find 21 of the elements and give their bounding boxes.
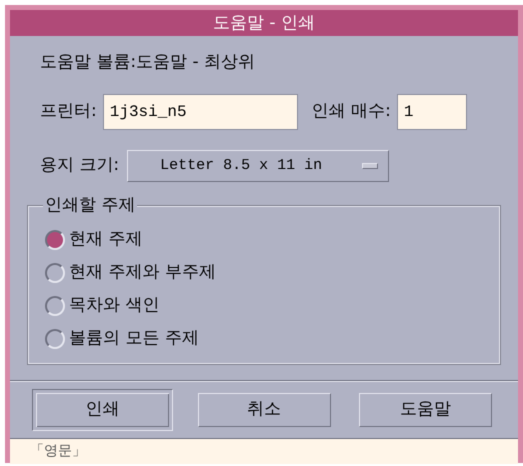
paper-size-label: 용지 크기: <box>40 154 120 178</box>
option-menu-icon <box>362 163 378 169</box>
radio-button[interactable] <box>45 262 65 282</box>
window-title: 도움말 - 인쇄 <box>10 10 518 36</box>
dialog-button[interactable]: 취소 <box>198 393 330 427</box>
radio-button[interactable] <box>45 230 65 250</box>
copies-field[interactable]: 1 <box>396 94 467 130</box>
radio-label: 볼륨의 모든 주제 <box>69 326 199 350</box>
radio-label: 현재 주제와 부주제 <box>69 260 216 284</box>
radio-label: 목차와 색인 <box>69 294 160 317</box>
printer-field[interactable]: 1j3si_n5 <box>102 94 298 130</box>
radio-button[interactable] <box>45 328 65 348</box>
dialog-button[interactable]: 인쇄 <box>32 389 173 431</box>
copies-label: 인쇄 매수: <box>312 100 391 124</box>
radio-button[interactable] <box>45 296 65 316</box>
paper-size-dropdown[interactable]: Letter 8.5 x 11 in <box>127 150 390 182</box>
printer-label: 프린터: <box>40 100 97 124</box>
volume-label: 도움말 볼륨:도움말 - 최상위 <box>40 52 256 72</box>
status-bar: 「영문」 <box>10 438 518 464</box>
dialog-button[interactable]: 도움말 <box>359 393 492 427</box>
radio-label: 현재 주제 <box>69 228 142 251</box>
